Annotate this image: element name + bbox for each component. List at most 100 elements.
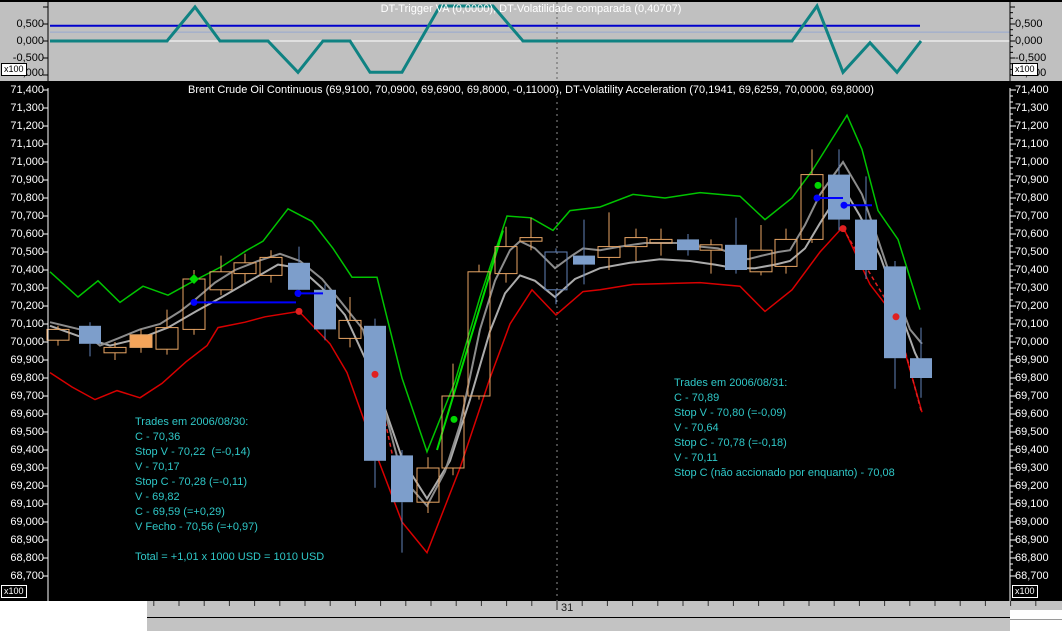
price-y-label-left: 69,400 — [10, 443, 44, 456]
buy-marker-dot — [814, 181, 822, 189]
trade-note-line: V - 70,64 — [674, 422, 719, 434]
price-y-label-left: 71,300 — [10, 101, 44, 114]
candle-blue — [364, 325, 386, 461]
trade-note-line: Stop C - 70,28 (=-0,11) — [135, 476, 247, 488]
trade-note-line: Stop C - 70,78 (=-0,18) — [674, 437, 787, 449]
price-y-label-left: 68,700 — [10, 569, 44, 582]
price-y-label-right: 70,900 — [1015, 173, 1049, 186]
price-y-label-left: 70,000 — [10, 335, 44, 348]
sell-marker-dot — [371, 370, 379, 378]
price-panel-title: Brent Crude Oil Continuous (69,9100, 70,… — [188, 84, 874, 96]
candle-blue — [855, 219, 877, 270]
indicator-panel-title: DT-Trigger VA (0,0000), DT-Volatilidade … — [380, 3, 682, 15]
sell-marker-dot — [839, 225, 847, 233]
scale-badge-top-left: x100 — [1, 63, 27, 76]
price-y-label-left: 70,300 — [10, 281, 44, 294]
price-y-label-right: 69,200 — [1015, 479, 1049, 492]
price-y-label-right: 69,700 — [1015, 389, 1049, 402]
indicator-y-label-left: 0,000 — [16, 35, 44, 47]
price-y-label-right: 70,200 — [1015, 299, 1049, 312]
price-y-label-right: 69,000 — [1015, 515, 1049, 528]
sell-marker-dot — [892, 313, 900, 321]
x-axis-day-label: 31 — [561, 602, 574, 614]
candle-blue — [79, 325, 101, 344]
price-y-label-right: 68,700 — [1015, 569, 1049, 582]
price-y-label-right: 69,500 — [1015, 425, 1049, 438]
candle-blue — [884, 266, 906, 359]
price-y-label-right: 70,500 — [1015, 245, 1049, 258]
price-y-label-left: 70,800 — [10, 191, 44, 204]
price-y-label-left: 71,100 — [10, 137, 44, 150]
price-y-label-left: 68,800 — [10, 551, 44, 564]
price-y-label-right: 70,400 — [1015, 263, 1049, 276]
price-y-label-left: 70,900 — [10, 173, 44, 186]
price-y-label-right: 70,100 — [1015, 317, 1049, 330]
trade-note-line: V - 69,82 — [135, 491, 180, 503]
price-y-label-left: 69,700 — [10, 389, 44, 402]
candle-blue — [314, 289, 336, 330]
price-y-label-left: 69,900 — [10, 353, 44, 366]
trade-note-line: Total = +1,01 x 1000 USD = 1010 USD — [135, 551, 325, 563]
indicator-y-label-right: 0,000 — [1015, 35, 1043, 47]
stop-marker-dot — [190, 298, 198, 306]
buy-marker-dot — [450, 415, 458, 423]
price-y-label-right: 69,100 — [1015, 497, 1049, 510]
price-y-label-left: 71,400 — [10, 83, 44, 96]
price-y-label-right: 69,300 — [1015, 461, 1049, 474]
price-y-label-left: 69,300 — [10, 461, 44, 474]
candle-blue_outline — [544, 251, 568, 291]
price-y-label-right: 71,200 — [1015, 119, 1049, 132]
trade-note-line: Stop V - 70,80 (=-0,09) — [674, 407, 787, 419]
trade-note-line: V Fecho - 70,56 (=+0,97) — [135, 521, 258, 533]
candle-blue — [573, 255, 595, 265]
sell-marker-dot — [295, 307, 303, 315]
price-y-label-left: 69,500 — [10, 425, 44, 438]
candle-blue — [677, 239, 699, 251]
price-y-label-left: 70,600 — [10, 227, 44, 240]
scale-badge-main-left: x100 — [1, 585, 27, 598]
price-y-label-right: 69,600 — [1015, 407, 1049, 420]
trade-note-line: Trades em 2006/08/31: — [674, 377, 788, 389]
trade-note-line — [135, 535, 324, 550]
price-y-label-right: 70,700 — [1015, 209, 1049, 222]
trading-app-window: DT-Trigger VA (0,0000), DT-Volatilidade … — [0, 0, 1062, 631]
price-y-label-left: 69,000 — [10, 515, 44, 528]
price-y-label-left: 69,600 — [10, 407, 44, 420]
trades-annotation-day30: Trades em 2006/08/30: C - 70,36 Stop V - 7… — [135, 415, 324, 565]
scale-badge-top-right: x100 — [1012, 63, 1038, 76]
scale-badge-main-right: x100 — [1012, 585, 1038, 598]
price-y-label-left: 70,100 — [10, 317, 44, 330]
price-y-label-left: 71,200 — [10, 119, 44, 132]
candle-blue — [391, 455, 413, 503]
price-y-label-right: 71,400 — [1015, 83, 1049, 96]
stop-marker-dot — [294, 289, 302, 297]
price-y-label-left: 69,100 — [10, 497, 44, 510]
trade-note-line: V - 70,11 — [674, 452, 718, 464]
trades-annotation-day31: Trades em 2006/08/31: C - 70,89 Stop V - 7… — [674, 376, 895, 481]
candle-blue — [725, 244, 747, 270]
trade-note-line: C - 69,59 (=+0,29) — [135, 506, 225, 518]
indicator-y-label-left: 0,500 — [16, 18, 44, 30]
price-y-label-left: 70,200 — [10, 299, 44, 312]
candle-blue — [288, 262, 310, 290]
price-y-label-right: 71,300 — [1015, 101, 1049, 114]
price-y-label-left: 69,800 — [10, 371, 44, 384]
price-y-label-right: 71,000 — [1015, 155, 1049, 168]
price-y-label-left: 70,700 — [10, 209, 44, 222]
price-y-label-left: 68,900 — [10, 533, 44, 546]
dt-trigger-line — [50, 2, 923, 76]
candle-blue — [910, 358, 932, 378]
price-y-label-right: 69,400 — [1015, 443, 1049, 456]
price-y-label-right: 69,800 — [1015, 371, 1049, 384]
price-y-label-right: 70,000 — [1015, 335, 1049, 348]
price-y-label-left: 70,500 — [10, 245, 44, 258]
trade-note-line: C - 70,89 — [674, 392, 720, 404]
trade-note-line: V - 70,17 — [135, 461, 180, 473]
trade-note-line: Trades em 2006/08/30: — [135, 416, 249, 428]
price-y-label-right: 70,300 — [1015, 281, 1049, 294]
price-y-label-left: 71,000 — [10, 155, 44, 168]
candle-tan — [519, 237, 543, 242]
price-y-label-right: 70,600 — [1015, 227, 1049, 240]
candle-tan — [103, 346, 127, 354]
candle-orange — [129, 334, 153, 348]
